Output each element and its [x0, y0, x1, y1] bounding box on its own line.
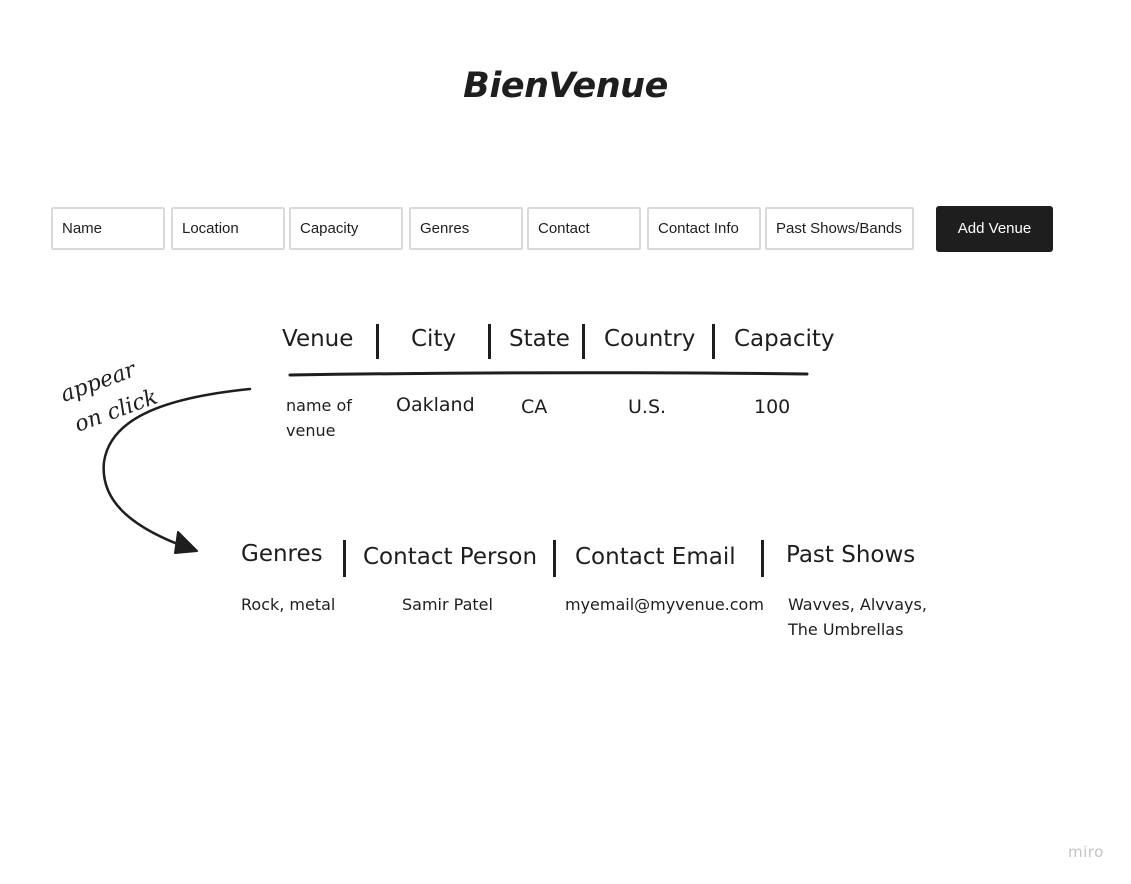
venue-table-underline	[288, 371, 809, 377]
miro-watermark: miro	[1068, 843, 1104, 861]
arrow-head-icon	[174, 531, 198, 554]
annotation-drawing	[102, 371, 809, 554]
